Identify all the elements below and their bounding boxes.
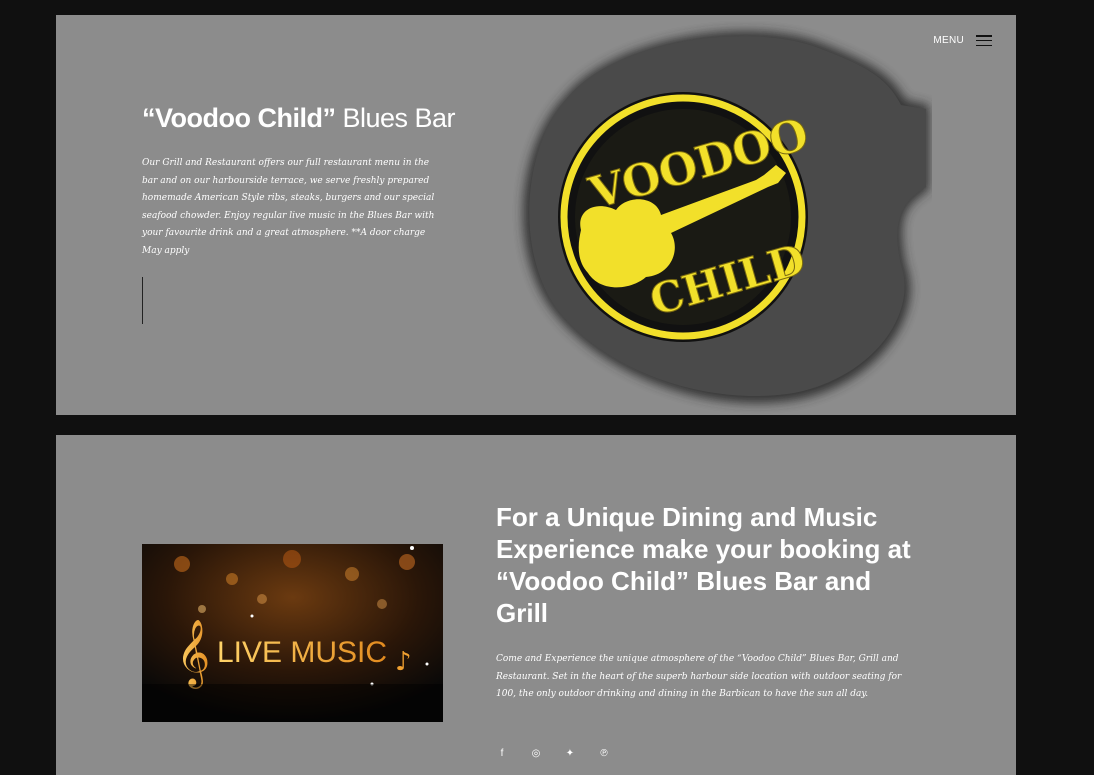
social-links: f ◎ ✦ ℗	[496, 747, 610, 759]
page-title: “Voodoo Child” Blues Bar	[142, 103, 456, 134]
booking-panel: 𝄞 LIVE MUSIC ♪ For a Unique Dining and M…	[56, 435, 1016, 775]
live-music-text: LIVE MUSIC	[217, 636, 387, 669]
title-bold: “Voodoo Child”	[142, 103, 336, 133]
twitter-icon[interactable]: ✦	[564, 747, 576, 759]
hero-panel: MENU “Voodoo Child” Blues Bar Our Grill …	[56, 15, 1016, 415]
menu-button[interactable]: MENU	[933, 35, 992, 46]
booking-description: Come and Experience the unique atmospher…	[496, 654, 902, 699]
facebook-icon[interactable]: f	[496, 747, 508, 759]
voodoo-child-logo: VOODOO CHILD	[523, 31, 929, 404]
intro-text: Our Grill and Restaurant offers our full…	[142, 158, 435, 256]
pinterest-icon[interactable]: ℗	[598, 747, 610, 759]
divider-line	[142, 277, 143, 324]
title-light: Blues Bar	[335, 103, 456, 133]
hamburger-icon	[976, 35, 992, 46]
menu-label: MENU	[933, 35, 964, 46]
svg-text:𝄞: 𝄞	[176, 618, 210, 689]
booking-headline: For a Unique Dining and Music Experience…	[496, 502, 911, 628]
instagram-icon[interactable]: ◎	[530, 747, 542, 759]
svg-text:♪: ♪	[395, 647, 412, 677]
live-music-image: 𝄞 LIVE MUSIC ♪	[142, 544, 443, 722]
